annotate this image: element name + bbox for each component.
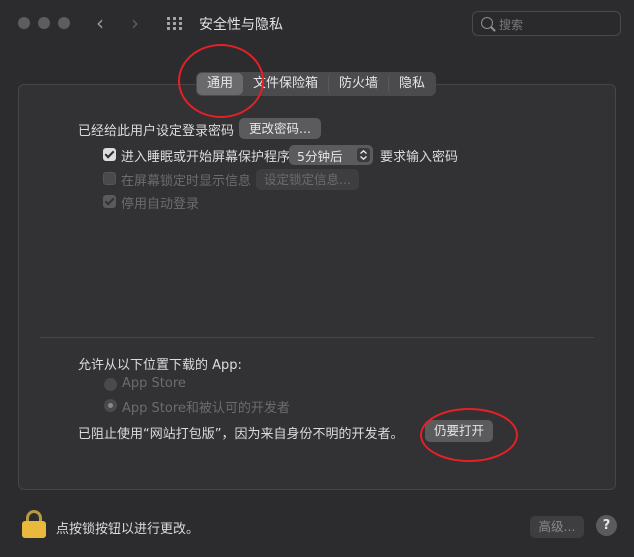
blocked-app-message: 已阻止使用“网站打包版”，因为来自身份不明的开发者。 — [78, 427, 404, 442]
download-source-heading: 允许从以下位置下载的 App: — [78, 358, 242, 373]
show-message-label: 在屏幕锁定时显示信息 — [121, 174, 252, 189]
zoom-window-button[interactable] — [58, 17, 70, 29]
password-set-label: 已经给此用户设定登录密码 — [78, 124, 235, 139]
tab-privacy[interactable]: 隐私 — [388, 73, 435, 95]
search-icon — [481, 17, 493, 29]
search-field[interactable]: 搜索 — [472, 11, 621, 36]
tab-general[interactable]: 通用 — [197, 73, 244, 95]
change-password-button[interactable]: 更改密码... — [239, 118, 321, 139]
help-button[interactable]: ? — [596, 515, 617, 536]
open-anyway-button[interactable]: 仍要打开 — [425, 420, 493, 442]
require-password-suffix: 要求输入密码 — [380, 150, 459, 165]
radio-app-store-identified-label: App Store和被认可的开发者 — [122, 401, 290, 416]
password-delay-value: 5分钟后 — [297, 149, 343, 164]
require-password-label: 进入睡眠或开始屏幕保护程序 — [121, 150, 291, 165]
lock-hint-label: 点按锁按钮以进行更改。 — [56, 522, 200, 537]
tab-firewall[interactable]: 防火墙 — [328, 73, 388, 95]
title-bar: ‹ › 安全性与隐私 搜索 — [0, 0, 634, 48]
disable-auto-login-checkbox[interactable] — [103, 195, 116, 208]
set-lock-message-button[interactable]: 设定锁定信息... — [256, 169, 359, 190]
disable-auto-login-label: 停用自动登录 — [121, 197, 200, 212]
tab-bar: 通用 文件保险箱 防火墙 隐私 — [196, 72, 437, 96]
lock-icon[interactable] — [22, 510, 46, 538]
close-window-button[interactable] — [18, 17, 30, 29]
section-divider — [40, 337, 594, 338]
password-delay-select[interactable]: 5分钟后 — [289, 145, 373, 165]
radio-app-store-label: App Store — [122, 376, 186, 391]
require-password-checkbox[interactable] — [103, 148, 116, 161]
show-all-grid-icon[interactable] — [167, 17, 183, 31]
minimize-window-button[interactable] — [38, 17, 50, 29]
search-placeholder: 搜索 — [499, 18, 524, 32]
radio-app-store-identified[interactable] — [104, 399, 117, 412]
tab-filevault[interactable]: 文件保险箱 — [243, 73, 328, 95]
back-arrow-icon[interactable]: ‹ — [96, 12, 104, 34]
window-title: 安全性与隐私 — [199, 17, 283, 33]
forward-arrow-icon[interactable]: › — [131, 12, 139, 34]
show-message-checkbox[interactable] — [103, 172, 116, 185]
radio-app-store[interactable] — [104, 378, 117, 391]
chevron-updown-icon — [357, 148, 370, 162]
advanced-button[interactable]: 高级... — [530, 516, 584, 538]
